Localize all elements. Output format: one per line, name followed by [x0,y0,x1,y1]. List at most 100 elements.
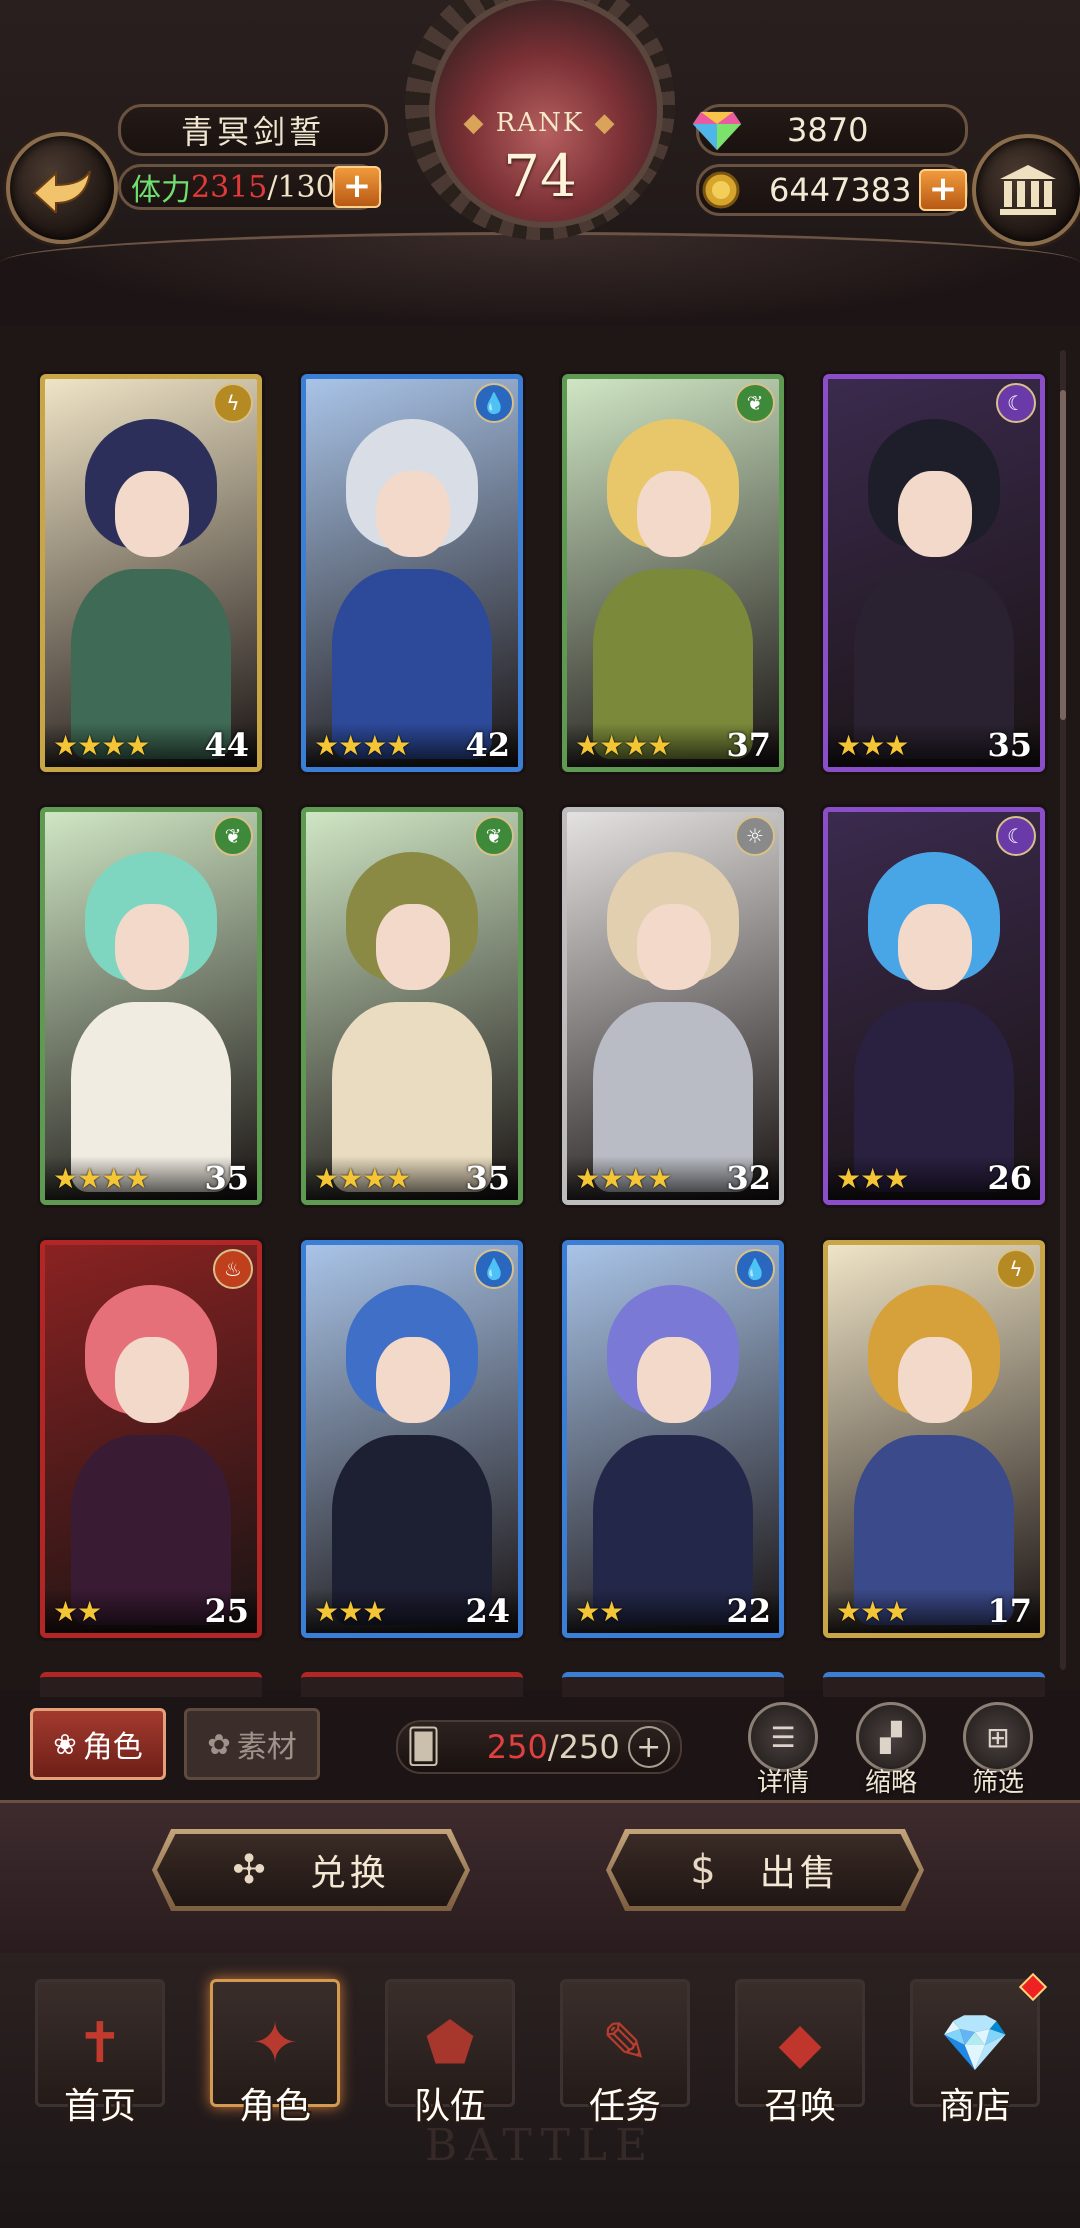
add-gold-button[interactable]: + [919,169,967,211]
portrait-face [637,1337,711,1423]
bottom-navigation: ✝ 首页 ✦ 角色 ⬟ 队伍 ✎ 任务 ◆ 召唤 💎 商店 [0,1953,1080,2228]
card-footer: ★★ 25 [45,1589,257,1633]
bank-button[interactable] [972,134,1080,246]
star-rating: ★★★★ [575,728,672,762]
lightning-icon: ϟ [213,383,253,423]
character-card[interactable]: 💧 ★★★★ 42 [301,374,523,772]
next-row-card-edge[interactable] [562,1672,784,1697]
gold-coin-icon [702,171,740,209]
character-portrait [306,812,518,1200]
stamina-current: 2315 [191,169,268,205]
character-level: 35 [987,726,1032,764]
character-card[interactable]: ϟ ★★★ 17 [823,1240,1045,1638]
nav-item-summon[interactable]: ◆ 召唤 [732,1979,868,2129]
card-footer: ★★★★ 35 [45,1156,257,1200]
bank-pillars-icon [1000,165,1056,215]
nav-item-characters[interactable]: ✦ 角色 [207,1979,343,2129]
character-level: 42 [465,726,510,764]
cards-stack-icon: 🂠 [406,1727,441,1767]
grid-scrollbar[interactable] [1060,350,1066,1670]
star-rating: ★★★ [314,1594,387,1628]
character-level: 24 [465,1592,510,1630]
details-button[interactable]: ☰ 详情 [742,1702,824,1798]
portrait-face [898,471,972,557]
expand-capacity-button[interactable]: + [627,1726,670,1768]
character-portrait [828,379,1040,767]
sell-button[interactable]: $ 出售 [606,1829,924,1911]
portrait-face [115,1337,189,1423]
nav-label: 角色 [238,2086,311,2127]
card-footer: ★★★ 35 [828,723,1040,767]
character-level: 17 [987,1592,1032,1630]
portrait-face [637,904,711,990]
character-portrait [45,1245,257,1633]
tab-materials-label: 素材 [236,1730,297,1765]
nav-item-home[interactable]: ✝ 首页 [32,1979,168,2129]
scroll-thumb[interactable] [1060,390,1066,720]
capacity-max: /250 [547,1728,620,1766]
card-footer: ★★★ 24 [306,1589,518,1633]
dark-moon-icon: ☾ [996,816,1036,856]
nav-label: 商店 [938,2086,1011,2127]
filter-button[interactable]: ⊞ 筛选 [957,1702,1039,1798]
character-card[interactable]: ☾ ★★★ 26 [823,807,1045,1205]
header-band [0,232,1080,325]
star-rating: ★★★★ [314,1161,411,1195]
card-footer: ★★★★ 32 [567,1156,779,1200]
puzzle-icon: ✣ [232,1847,270,1893]
character-portrait [45,379,257,767]
tab-characters[interactable]: ❀ 角色 [30,1708,166,1780]
nav-item-quests[interactable]: ✎ 任务 [557,1979,693,2129]
character-portrait [306,379,518,767]
star-rating: ★★★ [836,1594,909,1628]
star-rating: ★★★ [836,728,909,762]
portrait-face [898,1337,972,1423]
character-card[interactable]: 💧 ★★ 22 [562,1240,784,1638]
top-header: 青冥剑誓 体力 2315 /130 + ◆ RANK ◆ 74 3870 644… [0,0,1080,325]
water-icon: 💧 [474,383,514,423]
rank-value: 74 [503,142,577,210]
star-rating: ★★★★ [575,1161,672,1195]
nav-item-team[interactable]: ⬟ 队伍 [382,1979,518,2129]
lightning-icon: ϟ [996,1249,1036,1289]
inventory-capacity: 🂠 250 /250 + [396,1720,682,1774]
character-portrait [567,379,779,767]
character-portrait [45,812,257,1200]
card-footer: ★★★ 26 [828,1156,1040,1200]
nav-item-shop[interactable]: 💎 商店 [907,1972,1048,2129]
character-card[interactable]: ☼ ★★★★ 32 [562,807,784,1205]
next-row-card-edge[interactable] [301,1672,523,1697]
star-rating: ★★ [53,1594,102,1628]
character-card[interactable]: ϟ ★★★★ 44 [40,374,262,772]
portrait-face [115,904,189,990]
water-icon: 💧 [474,1249,514,1289]
thumbnail-button[interactable]: ▞ 缩略 [850,1702,932,1798]
character-card[interactable]: ☾ ★★★ 35 [823,374,1045,772]
portrait-face [898,904,972,990]
back-button[interactable] [6,132,118,244]
nav-label: 首页 [63,2086,136,2127]
portrait-face [376,904,450,990]
light-sun-icon: ☼ [735,816,775,856]
card-footer: ★★★★ 42 [306,723,518,767]
gem-counter: 3870 [692,104,968,156]
star-rating: ★★★★ [314,728,411,762]
character-card[interactable]: ❦ ★★★★ 37 [562,374,784,772]
character-card[interactable]: ❦ ★★★★ 35 [40,807,262,1205]
next-row-card-edge[interactable] [823,1672,1045,1697]
exchange-button[interactable]: ✣ 兑换 [152,1829,470,1911]
material-tab-icon: ✿ [207,1727,231,1761]
star-rating: ★★ [575,1594,624,1628]
exchange-label: 兑换 [309,1853,390,1894]
add-stamina-button[interactable]: + [333,166,381,208]
gem-count: 3870 [787,111,869,149]
action-bar: ✣ 兑换 $ 出售 [0,1800,1080,1956]
next-row-card-edge[interactable] [40,1672,262,1697]
character-portrait [828,812,1040,1200]
character-card[interactable]: ♨ ★★ 25 [40,1240,262,1638]
character-card[interactable]: 💧 ★★★ 24 [301,1240,523,1638]
portrait-face [376,1337,450,1423]
character-card[interactable]: ❦ ★★★★ 35 [301,807,523,1205]
tab-materials[interactable]: ✿ 素材 [184,1708,320,1780]
star-rating: ★★★ [836,1161,909,1195]
